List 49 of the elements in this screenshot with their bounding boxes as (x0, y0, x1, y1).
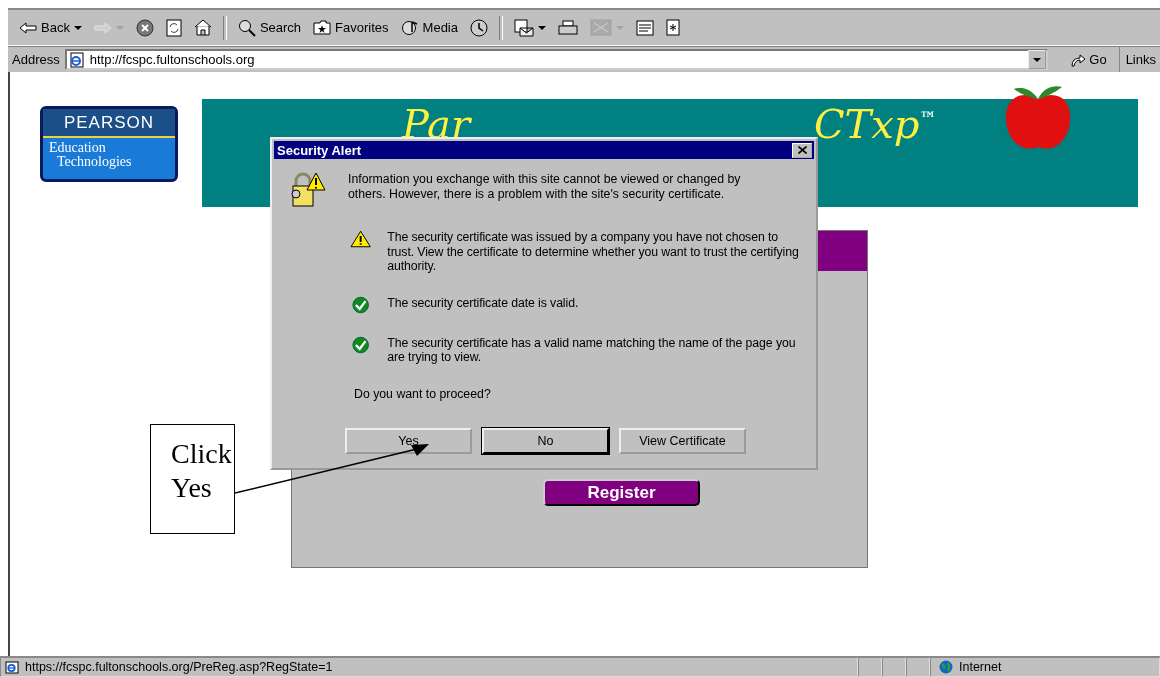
status-zone: Internet (959, 660, 1002, 674)
dropdown-caret-icon (1033, 57, 1042, 62)
favorites-button[interactable]: Favorites (308, 18, 394, 37)
register-button[interactable]: Register (543, 479, 700, 506)
address-field[interactable]: http://fcspc.fultonschools.org (64, 49, 1049, 70)
checkmark-icon (350, 295, 372, 314)
address-label: Address (11, 52, 61, 67)
links-button[interactable]: Links (1119, 52, 1160, 67)
padlock-warning-icon (290, 172, 326, 208)
close-button[interactable] (792, 142, 812, 158)
certificate-status-text: The security certificate has a valid name matching the name of the page you are trying to view. (387, 335, 797, 365)
search-icon (237, 18, 256, 37)
back-arrow-icon (19, 21, 37, 34)
dialog-message: Information you exchange with this site cannot be viewed or changed by others. However, there is a problem with the site's security certificate. (348, 172, 742, 201)
callout-text: Click Yes (171, 438, 232, 503)
pearson-logo: PEARSON Education Technologies (40, 106, 178, 182)
close-icon (797, 146, 807, 154)
stop-icon (135, 18, 154, 37)
printer-icon (558, 19, 578, 36)
proceed-question: Do you want to proceed? (354, 386, 492, 401)
certificate-status-text: The security certificate date is valid. (387, 295, 580, 310)
media-icon (400, 19, 419, 36)
status-url: https://fcspc.fultonschools.org/PreReg.asp?RegState=1 (25, 660, 333, 674)
go-arrow-icon (1070, 52, 1087, 67)
page-icon (68, 51, 85, 68)
history-icon (470, 18, 488, 37)
folder-star-icon (313, 20, 332, 35)
search-button[interactable]: Search (232, 16, 307, 39)
banner-title: CTxp$^{™}$ (814, 101, 937, 147)
asterisk-icon (666, 19, 680, 36)
media-button[interactable]: Media (395, 17, 463, 38)
globe-icon (939, 660, 953, 674)
document-icon (636, 19, 654, 36)
dialog-button[interactable]: View Certificate (619, 427, 746, 454)
checkmark-icon (350, 335, 372, 354)
dialog-button[interactable]: No (482, 427, 609, 454)
refresh-icon (165, 18, 182, 37)
status-bar-pane (882, 657, 906, 677)
warning-icon (350, 230, 372, 248)
page-icon (5, 660, 19, 674)
dialog-button[interactable]: Yes (345, 427, 472, 454)
edit-icon (590, 19, 612, 36)
forward-arrow-icon (93, 21, 112, 34)
certificate-status-text: The security certificate was issued by a company you have not chosen to trust. View the certificate to determine whether you want to trust the certifying authority. (387, 230, 800, 274)
back-button[interactable]: Back (14, 18, 87, 37)
dropdown-button[interactable] (1028, 50, 1047, 69)
home-icon (193, 19, 212, 36)
dialog-title: Security Alert (277, 142, 362, 158)
mail-icon (514, 18, 534, 37)
